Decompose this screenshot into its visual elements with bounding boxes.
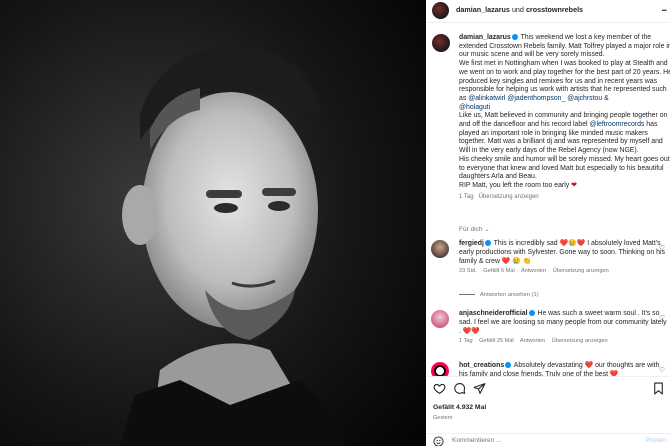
comments-scroll[interactable]: damian_lazarus This weekend we lost a ke…: [426, 24, 670, 376]
view-replies-button[interactable]: Antworten ansehen (1): [459, 292, 539, 298]
comment-time: 23 Std.: [459, 268, 477, 275]
avatar[interactable]: [432, 34, 450, 52]
comment-username[interactable]: hot_creations: [459, 362, 504, 369]
comment-likes[interactable]: Gefällt 6 Mal: [483, 268, 514, 274]
avatar[interactable]: [432, 2, 449, 19]
post-detail-panel: damian_lazarus und crosstownrebels ... d…: [426, 0, 670, 446]
comment-item: anjaschneiderofficial He was such a swee…: [431, 310, 669, 344]
heart-icon[interactable]: ♡: [659, 366, 665, 374]
verified-icon: [511, 34, 518, 41]
comment-item: fergiedj This is incredibly sad ❤️😢❤️ I …: [431, 240, 669, 274]
share-icon[interactable]: [473, 382, 486, 395]
bookmark-icon[interactable]: [652, 382, 665, 395]
header-collab-username[interactable]: crosstownrebels: [526, 5, 583, 14]
mention-link[interactable]: @jadenthompson_: [507, 95, 565, 102]
more-icon[interactable]: ...: [661, 3, 666, 13]
translate-link[interactable]: Übersetzung anzeigen: [479, 194, 539, 200]
mention-link[interactable]: @holaguti: [459, 104, 490, 111]
post-photo[interactable]: [0, 0, 426, 446]
mention-link[interactable]: @leftroomrecords: [590, 121, 645, 128]
post-header: damian_lazarus und crosstownrebels ...: [426, 0, 670, 23]
avatar[interactable]: [431, 310, 449, 328]
heart-icon[interactable]: ♡: [659, 314, 665, 322]
header-connector: und: [511, 5, 524, 14]
comment-likes[interactable]: Gefällt 25 Mal: [479, 338, 514, 344]
post-actions: Gefällt 4.932 Mal Gestern Posten: [426, 376, 670, 446]
comment-item: hot_creations Absolutely devastating ❤️ …: [431, 362, 669, 376]
add-comment-bar: Posten: [426, 433, 670, 446]
mention-link[interactable]: @ajchrstou: [567, 95, 602, 102]
heart-icon[interactable]: [433, 382, 446, 395]
reply-button[interactable]: Antworten: [520, 338, 545, 344]
caption-username[interactable]: damian_lazarus: [459, 34, 511, 41]
avatar[interactable]: [431, 240, 449, 258]
caption: damian_lazarus This weekend we lost a ke…: [431, 34, 670, 200]
verified-icon: [505, 362, 512, 369]
comment-icon[interactable]: [453, 382, 466, 395]
translate-link[interactable]: Übersetzung anzeigen: [552, 338, 608, 344]
for-you-filter[interactable]: Für dich ⌄: [459, 225, 490, 233]
translate-link[interactable]: Übersetzung anzeigen: [553, 268, 609, 274]
post-date: Gestern: [433, 415, 453, 421]
verified-icon: [484, 240, 491, 247]
verified-icon: [528, 310, 535, 317]
heart-emoji: ❤: [571, 181, 577, 189]
caption-amp: &: [602, 94, 609, 102]
comment-time: 1 Tag: [459, 338, 473, 345]
caption-text-1: This weekend we lost a key member of the…: [459, 34, 670, 102]
heart-icon[interactable]: ♡: [659, 244, 665, 252]
portrait-image: [0, 0, 426, 446]
comment-input[interactable]: [452, 437, 612, 444]
header-username[interactable]: damian_lazarus: [456, 5, 510, 14]
caption-text-3: has played an important role in bringing…: [459, 121, 670, 189]
emoji-icon[interactable]: [433, 436, 444, 446]
avatar[interactable]: [431, 362, 449, 376]
mention-link[interactable]: @alinkatwirl: [468, 95, 505, 102]
likes-count[interactable]: Gefällt 4.932 Mal: [433, 404, 486, 411]
caption-time: 1 Tag: [459, 193, 474, 200]
comment-username[interactable]: fergiedj: [459, 240, 484, 247]
reply-button[interactable]: Antworten: [521, 268, 546, 274]
post-button[interactable]: Posten: [645, 437, 666, 444]
comment-username[interactable]: anjaschneiderofficial: [459, 310, 528, 317]
